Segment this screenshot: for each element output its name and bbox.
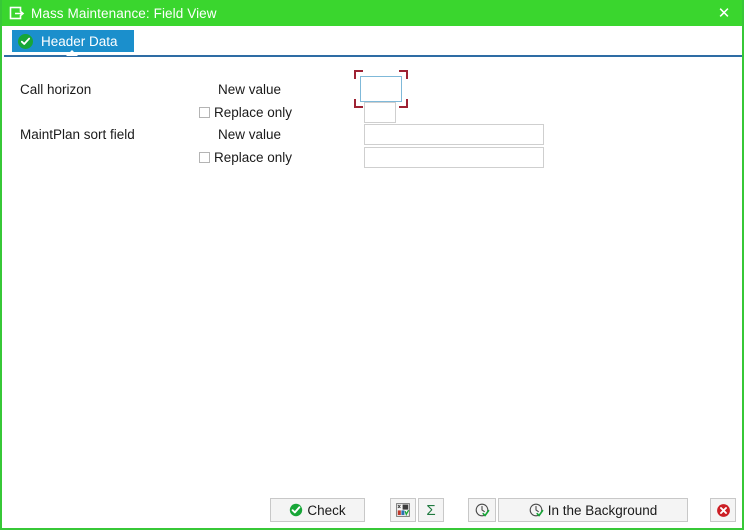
cancel-circle-icon: [716, 503, 730, 517]
tab-strip: Header Data: [2, 26, 742, 58]
maintplan-replace-only-checkbox[interactable]: Replace only: [199, 150, 292, 165]
in-the-background-button[interactable]: In the Background: [498, 498, 688, 522]
checkbox-label: Replace only: [214, 150, 293, 165]
window-menu-icon: [9, 6, 25, 20]
close-window-button[interactable]: ✕: [702, 0, 742, 26]
selection-grid-button[interactable]: [390, 498, 416, 522]
tab-notch-icon: [66, 50, 78, 56]
sum-button[interactable]: Σ: [418, 498, 444, 522]
sub-label-new-value-1: New value: [218, 82, 282, 97]
clock-check-icon: [475, 503, 489, 516]
check-button-label: Check: [307, 502, 346, 518]
tab-header-data[interactable]: Header Data: [12, 30, 134, 52]
check-circle-icon: [290, 503, 303, 517]
sub-label-new-value-2: New value: [218, 127, 282, 142]
check-button[interactable]: Check: [270, 498, 365, 522]
window-title: Mass Maintenance: Field View: [31, 5, 217, 21]
field-label-maintplan-sort-field: MaintPlan sort field: [20, 127, 135, 142]
tab-label: Header Data: [41, 33, 118, 49]
check-circle-icon: [18, 33, 33, 49]
tab-underline: [4, 55, 742, 57]
close-icon: ✕: [717, 5, 731, 22]
call-horizon-new-value-input[interactable]: [360, 76, 402, 102]
cancel-button[interactable]: [710, 498, 736, 522]
in-the-background-label: In the Background: [547, 502, 658, 518]
field-label-call-horizon: Call horizon: [20, 82, 92, 97]
call-horizon-replace-only-checkbox[interactable]: Replace only: [199, 105, 292, 120]
maintplan-new-value-input[interactable]: [364, 124, 544, 145]
title-bar: Mass Maintenance: Field View ✕: [2, 0, 742, 26]
checkbox-icon: [199, 152, 210, 163]
checkbox-icon: [199, 107, 210, 118]
execute-button[interactable]: [468, 498, 496, 522]
bottom-toolbar: Check Σ In the Background: [2, 492, 742, 528]
clock-check-icon: [529, 503, 544, 516]
sigma-icon: Σ: [426, 501, 436, 519]
call-horizon-replace-only-input[interactable]: [364, 102, 396, 123]
maintplan-replace-only-input[interactable]: [364, 147, 544, 168]
selection-grid-icon: [396, 503, 410, 517]
dialog-window: Mass Maintenance: Field View ✕ Header Da…: [0, 0, 744, 530]
checkbox-label: Replace only: [214, 105, 293, 120]
